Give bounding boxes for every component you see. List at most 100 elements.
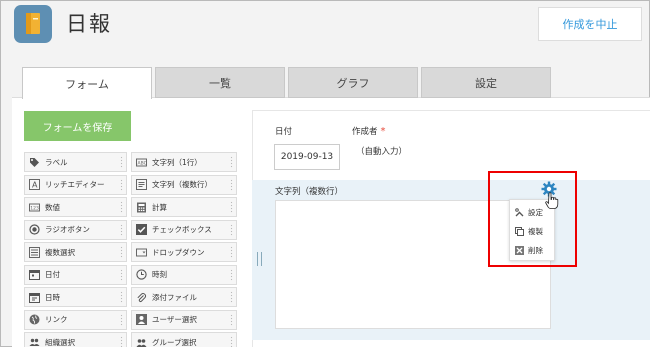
palette-item[interactable]: 組織選択 xyxy=(24,332,127,347)
tag-icon xyxy=(29,157,40,168)
date-label: 日付 xyxy=(275,127,293,137)
palette-item-label: 数値 xyxy=(45,202,60,212)
palette-item-label: 日時 xyxy=(45,292,60,302)
multi-select-icon xyxy=(29,246,40,258)
palette-item-label: 時刻 xyxy=(152,270,167,279)
clock-icon xyxy=(136,269,147,280)
drag-grip-icon[interactable] xyxy=(120,336,123,347)
date-field[interactable]: 2019-09-13 xyxy=(274,144,340,170)
calculator-icon xyxy=(136,202,147,213)
user-icon xyxy=(136,314,147,325)
tab-list[interactable]: 一覧 xyxy=(155,67,285,98)
drag-grip-icon[interactable] xyxy=(120,201,123,213)
author-value: （自動入力） xyxy=(356,147,408,157)
paperclip-icon xyxy=(136,292,147,303)
drag-grip-icon[interactable] xyxy=(230,291,233,303)
dropdown-icon xyxy=(136,247,147,258)
drag-grip-icon[interactable] xyxy=(230,336,233,347)
author-label: 作成者 xyxy=(352,127,378,137)
palette-item-label: 複数選択 xyxy=(45,247,75,257)
tab-graph[interactable]: グラフ xyxy=(288,67,418,98)
palette-item-label: リンク xyxy=(45,315,68,324)
multiline-label: 文字列（複数行） xyxy=(275,187,344,197)
drag-grip-icon[interactable] xyxy=(120,291,123,303)
tab-bar: フォーム 一覧 グラフ 設定 xyxy=(22,67,554,99)
tab-form[interactable]: フォーム xyxy=(22,67,152,99)
globe-icon xyxy=(29,314,40,325)
menu-item-label: 複製 xyxy=(528,227,543,236)
drag-grip-icon[interactable] xyxy=(120,156,123,168)
palette-item[interactable]: ABC 文字列（1行） xyxy=(131,152,237,172)
palette-item[interactable]: ユーザー選択 xyxy=(131,309,237,330)
palette-item-label: 組織選択 xyxy=(45,337,75,347)
menu-item-label: 設定 xyxy=(528,208,543,217)
menu-item-delete[interactable]: 削除 xyxy=(510,241,556,260)
calendar-icon xyxy=(29,269,40,280)
palette-item-label: ラベル xyxy=(45,157,68,167)
required-mark: * xyxy=(380,126,386,137)
drag-grip-icon[interactable] xyxy=(230,156,233,168)
text-multi-icon xyxy=(136,179,147,190)
svg-text:ABC: ABC xyxy=(138,160,147,166)
drag-grip-icon[interactable] xyxy=(120,246,123,258)
palette-item[interactable]: 時刻 xyxy=(131,264,237,285)
palette-item[interactable]: 添付ファイル xyxy=(131,287,237,307)
palette-item-label: 日付 xyxy=(45,270,60,279)
drag-grip-icon[interactable] xyxy=(230,223,233,236)
palette-item-label: ラジオボタン xyxy=(45,225,90,234)
text-single-icon: ABC xyxy=(136,157,147,168)
drag-grip-icon[interactable] xyxy=(120,268,123,281)
palette-item[interactable]: A リッチエディター xyxy=(24,174,127,195)
palette-item-label: 文字列（1行） xyxy=(152,157,202,167)
drag-grip-icon[interactable] xyxy=(230,201,233,213)
palette-item[interactable]: ラジオボタン xyxy=(24,219,127,240)
palette-item[interactable]: 複数選択 xyxy=(24,242,127,262)
resize-handle[interactable] xyxy=(257,252,262,266)
palette-item[interactable]: グループ選択 xyxy=(131,332,237,347)
palette-item[interactable]: 日時 xyxy=(24,287,127,307)
palette-item-label: ドロップダウン xyxy=(152,247,205,257)
save-form-button[interactable]: フォームを保存 xyxy=(24,111,131,141)
palette-item-label: チェックボックス xyxy=(152,225,212,234)
palette-item[interactable]: ラベル xyxy=(24,152,127,172)
hand-cursor-icon xyxy=(545,192,559,209)
palette-item-label: リッチエディター xyxy=(45,180,105,189)
drag-grip-icon[interactable] xyxy=(230,178,233,191)
menu-item-label: 削除 xyxy=(528,246,543,255)
author-label-wrap: 作成者 * xyxy=(352,125,386,137)
drag-grip-icon[interactable] xyxy=(120,313,123,326)
copy-icon xyxy=(515,227,524,236)
checkbox-icon xyxy=(136,224,147,235)
radio-icon xyxy=(29,224,40,235)
rich-editor-icon: A xyxy=(29,179,40,190)
group-icon xyxy=(136,337,147,347)
drag-grip-icon[interactable] xyxy=(230,246,233,258)
drag-grip-icon[interactable] xyxy=(120,178,123,191)
svg-text:123: 123 xyxy=(30,205,39,211)
palette-item-label: 添付ファイル xyxy=(152,292,197,302)
palette-item[interactable]: ドロップダウン xyxy=(131,242,237,262)
menu-item-duplicate[interactable]: 複製 xyxy=(510,222,556,241)
drag-grip-icon[interactable] xyxy=(120,223,123,236)
palette-item-label: ユーザー選択 xyxy=(152,315,197,324)
app-icon xyxy=(14,5,52,43)
svg-text:A: A xyxy=(32,181,38,190)
number-icon: 123 xyxy=(29,202,40,213)
palette-item[interactable]: リンク xyxy=(24,309,127,330)
palette-item-label: 文字列（複数行） xyxy=(152,180,212,189)
drag-grip-icon[interactable] xyxy=(230,268,233,281)
palette-item[interactable]: チェックボックス xyxy=(131,219,237,240)
datetime-icon xyxy=(29,292,40,303)
cancel-button[interactable]: 作成を中止 xyxy=(538,7,642,41)
delete-icon xyxy=(515,246,524,255)
org-icon xyxy=(29,337,40,347)
tab-settings[interactable]: 設定 xyxy=(421,67,551,98)
palette-item[interactable]: 計算 xyxy=(131,197,237,217)
palette-item[interactable]: 123 数値 xyxy=(24,197,127,217)
palette-item[interactable]: 日付 xyxy=(24,264,127,285)
palette-item[interactable]: 文字列（複数行） xyxy=(131,174,237,195)
drag-grip-icon[interactable] xyxy=(230,313,233,326)
app-title: 日報 xyxy=(66,12,112,36)
palette-item-label: 計算 xyxy=(152,202,167,212)
palette-item-label: グループ選択 xyxy=(152,337,197,347)
